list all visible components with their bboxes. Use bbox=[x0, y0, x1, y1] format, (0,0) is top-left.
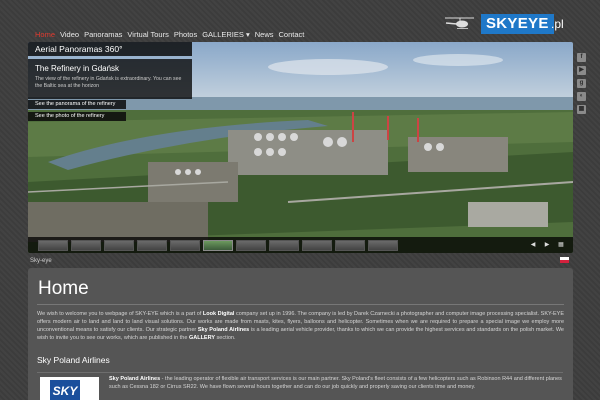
subheading: Sky Poland Airlines bbox=[37, 355, 110, 365]
thumbnail-10[interactable] bbox=[335, 240, 365, 251]
nav-galleries-dropdown[interactable]: GALLERIES ▾ bbox=[202, 30, 250, 39]
panorama-icon[interactable]: ◐ bbox=[577, 92, 586, 101]
sky-poland-link[interactable]: Sky Poland Airlines bbox=[198, 327, 249, 333]
site-logo[interactable]: SKYEYE .pl bbox=[443, 14, 564, 36]
thumbnail-bar: ◀ ▶ ▦ bbox=[28, 237, 573, 253]
thumbnail-1[interactable] bbox=[38, 240, 68, 251]
nav-video[interactable]: Video bbox=[60, 30, 79, 39]
grid-view-icon[interactable]: ▦ bbox=[556, 240, 566, 250]
see-panorama-button[interactable]: See the panorama of the refinery bbox=[28, 100, 126, 109]
nav-panoramas[interactable]: Panoramas bbox=[84, 30, 122, 39]
image-credit: Sky-eye bbox=[30, 258, 52, 264]
hero-info-heading: The Refinery in Gdańsk bbox=[35, 64, 120, 73]
grid-icon[interactable]: ▦ bbox=[577, 105, 586, 114]
content-panel: Home We wish to welcome you to webpage o… bbox=[28, 268, 573, 400]
nav-contact[interactable]: Contact bbox=[279, 30, 305, 39]
partner-name: Sky Poland Airlines bbox=[109, 376, 161, 382]
intro-text-1: We wish to welcome you to webpage of SKY… bbox=[37, 311, 203, 317]
sub-divider bbox=[37, 372, 563, 373]
prev-arrow-icon[interactable]: ◀ bbox=[528, 240, 538, 250]
thumbnail-6-active[interactable] bbox=[203, 240, 233, 251]
divider bbox=[37, 304, 564, 305]
look-digital-link[interactable]: Look Digital bbox=[203, 311, 235, 317]
youtube-icon[interactable]: ▶ bbox=[577, 66, 586, 75]
hero-info-text: The view of the refinery in Gdańsk is ex… bbox=[35, 76, 182, 89]
play-icon[interactable]: ▶ bbox=[542, 240, 552, 250]
hero-slider: Aerial Panoramas 360° The Refinery in Gd… bbox=[28, 42, 573, 253]
hero-title: Aerial Panoramas 360° bbox=[28, 42, 192, 56]
intro-paragraph: We wish to welcome you to webpage of SKY… bbox=[37, 310, 564, 342]
thumbnail-7[interactable] bbox=[236, 240, 266, 251]
partner-description: - the leading operator of flexible air t… bbox=[109, 376, 562, 390]
facebook-icon[interactable]: f bbox=[577, 53, 586, 62]
sky-poland-logo-mark: SKY bbox=[50, 380, 80, 400]
thumbnail-3[interactable] bbox=[104, 240, 134, 251]
page-heading: Home bbox=[38, 278, 89, 299]
google-plus-icon[interactable]: g bbox=[577, 79, 586, 88]
nav-photos[interactable]: Photos bbox=[174, 30, 197, 39]
hero-info-box: The Refinery in Gdańsk The view of the r… bbox=[28, 59, 192, 99]
intro-text-4: section. bbox=[215, 335, 236, 341]
nav-home[interactable]: Home bbox=[35, 30, 55, 39]
partner-paragraph: Sky Poland Airlines - the leading operat… bbox=[109, 375, 564, 391]
see-photo-button[interactable]: See the photo of the refinery bbox=[28, 112, 126, 121]
main-nav: Home Video Panoramas Virtual Tours Photo… bbox=[35, 30, 304, 39]
gallery-link[interactable]: GALLERY bbox=[189, 335, 215, 341]
thumbnail-9[interactable] bbox=[302, 240, 332, 251]
logo-brand: SKYEYE bbox=[481, 14, 554, 34]
nav-virtual-tours[interactable]: Virtual Tours bbox=[127, 30, 168, 39]
thumbnail-2[interactable] bbox=[71, 240, 101, 251]
helicopter-icon bbox=[445, 17, 474, 29]
thumbnail-5[interactable] bbox=[170, 240, 200, 251]
thumbnail-11[interactable] bbox=[368, 240, 398, 251]
thumbnail-8[interactable] bbox=[269, 240, 299, 251]
logo-tld: .pl bbox=[551, 17, 564, 31]
sky-poland-logo[interactable]: SKY bbox=[40, 377, 99, 400]
polish-flag-icon[interactable] bbox=[560, 257, 569, 263]
nav-news[interactable]: News bbox=[255, 30, 274, 39]
thumbnail-4[interactable] bbox=[137, 240, 167, 251]
